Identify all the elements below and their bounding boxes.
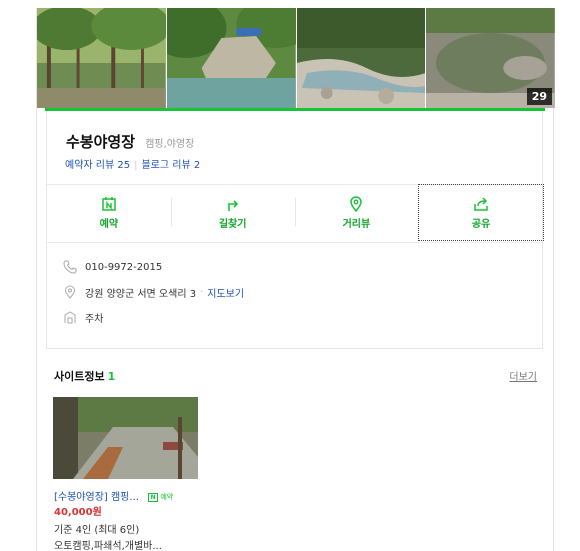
site-features: 오토캠핑,파쇄석,개별바... <box>54 541 162 551</box>
place-name[interactable]: 수봉야영장 <box>66 133 135 151</box>
map-link[interactable]: 지도보기 <box>207 285 244 300</box>
divider <box>47 242 544 243</box>
photo-river-rocks[interactable] <box>166 8 296 108</box>
calendar-n-icon <box>102 196 116 211</box>
street-view-label: 거리뷰 <box>342 218 371 230</box>
reserve-badge: N 예약 <box>148 492 173 502</box>
address-separator: · <box>200 286 204 298</box>
site-capacity: 기준 4인 (최대 6인) <box>54 525 140 536</box>
site-thumbnail[interactable] <box>53 397 198 479</box>
action-bar: 예약 길찾기 거리뷰 공유 <box>47 184 544 241</box>
n-logo-icon: N <box>148 493 159 502</box>
reserve-button[interactable]: 예약 <box>47 184 171 241</box>
street-view-button[interactable]: 거리뷰 <box>294 184 419 241</box>
site-info-section: 사이트정보 1 더보기 [수봉야영장] 캠핑... N 예약 40,000원 기준… <box>46 349 543 551</box>
site-item-title-text: [수봉야영장] 캠핑... <box>54 492 139 503</box>
amenity-text: 주차 <box>85 313 104 325</box>
share-button[interactable]: 공유 <box>418 184 544 241</box>
review-links: 예약자 리뷰 25 | 블로그 리뷰 2 <box>65 156 200 171</box>
site-info-title-text: 사이트정보 <box>54 370 105 383</box>
phone-icon <box>63 260 77 274</box>
photo-forest-camp[interactable] <box>37 8 166 108</box>
site-price: 40,000원 <box>54 507 102 518</box>
blog-review-link[interactable]: 블로그 리뷰 2 <box>141 160 200 171</box>
address-text: 강원 양양군 서면 오색리 3 <box>85 288 197 300</box>
amenity-row: 주차 <box>63 308 103 326</box>
phone-number[interactable]: 010-9972-2015 <box>85 262 162 273</box>
visitor-review-link[interactable]: 예약자 리뷰 25 <box>65 160 130 171</box>
site-info-title: 사이트정보 1 <box>54 368 115 384</box>
place-summary-card: 수봉야영장 캠핑,야영장 예약자 리뷰 25 | 블로그 리뷰 2 예약 길찾기… <box>46 111 544 349</box>
photo-stream[interactable] <box>296 8 426 108</box>
route-arrow-icon <box>227 199 238 211</box>
photo-pool[interactable]: 29 <box>426 8 555 108</box>
photo-strip: 29 <box>37 8 555 108</box>
building-icon <box>64 311 76 324</box>
more-link[interactable]: 더보기 <box>509 368 537 383</box>
review-separator: | <box>134 160 138 171</box>
map-pin-icon <box>350 195 363 212</box>
share-icon <box>474 196 488 211</box>
reserve-badge-label: 예약 <box>160 493 174 501</box>
address-row: 강원 양양군 서면 오색리 3 · 지도보기 <box>63 283 244 301</box>
share-label: 공유 <box>471 218 491 230</box>
reserve-label: 예약 <box>99 218 119 230</box>
photo-count-badge: 29 <box>526 88 552 105</box>
location-icon <box>64 285 76 299</box>
directions-label: 길찾기 <box>218 218 247 230</box>
place-panel: 29 수봉야영장 캠핑,야영장 예약자 리뷰 25 |블로그 리뷰 2 예약 <box>36 8 555 551</box>
site-info-count: 1 <box>107 370 116 383</box>
directions-button[interactable]: 길찾기 <box>170 184 295 241</box>
place-category: 캠핑,야영장 <box>145 139 195 150</box>
site-item-title[interactable]: [수봉야영장] 캠핑... N 예약 <box>54 488 173 503</box>
title-row: 수봉야영장 캠핑,야영장 <box>66 131 194 152</box>
phone-row: 010-9972-2015 <box>63 258 162 276</box>
